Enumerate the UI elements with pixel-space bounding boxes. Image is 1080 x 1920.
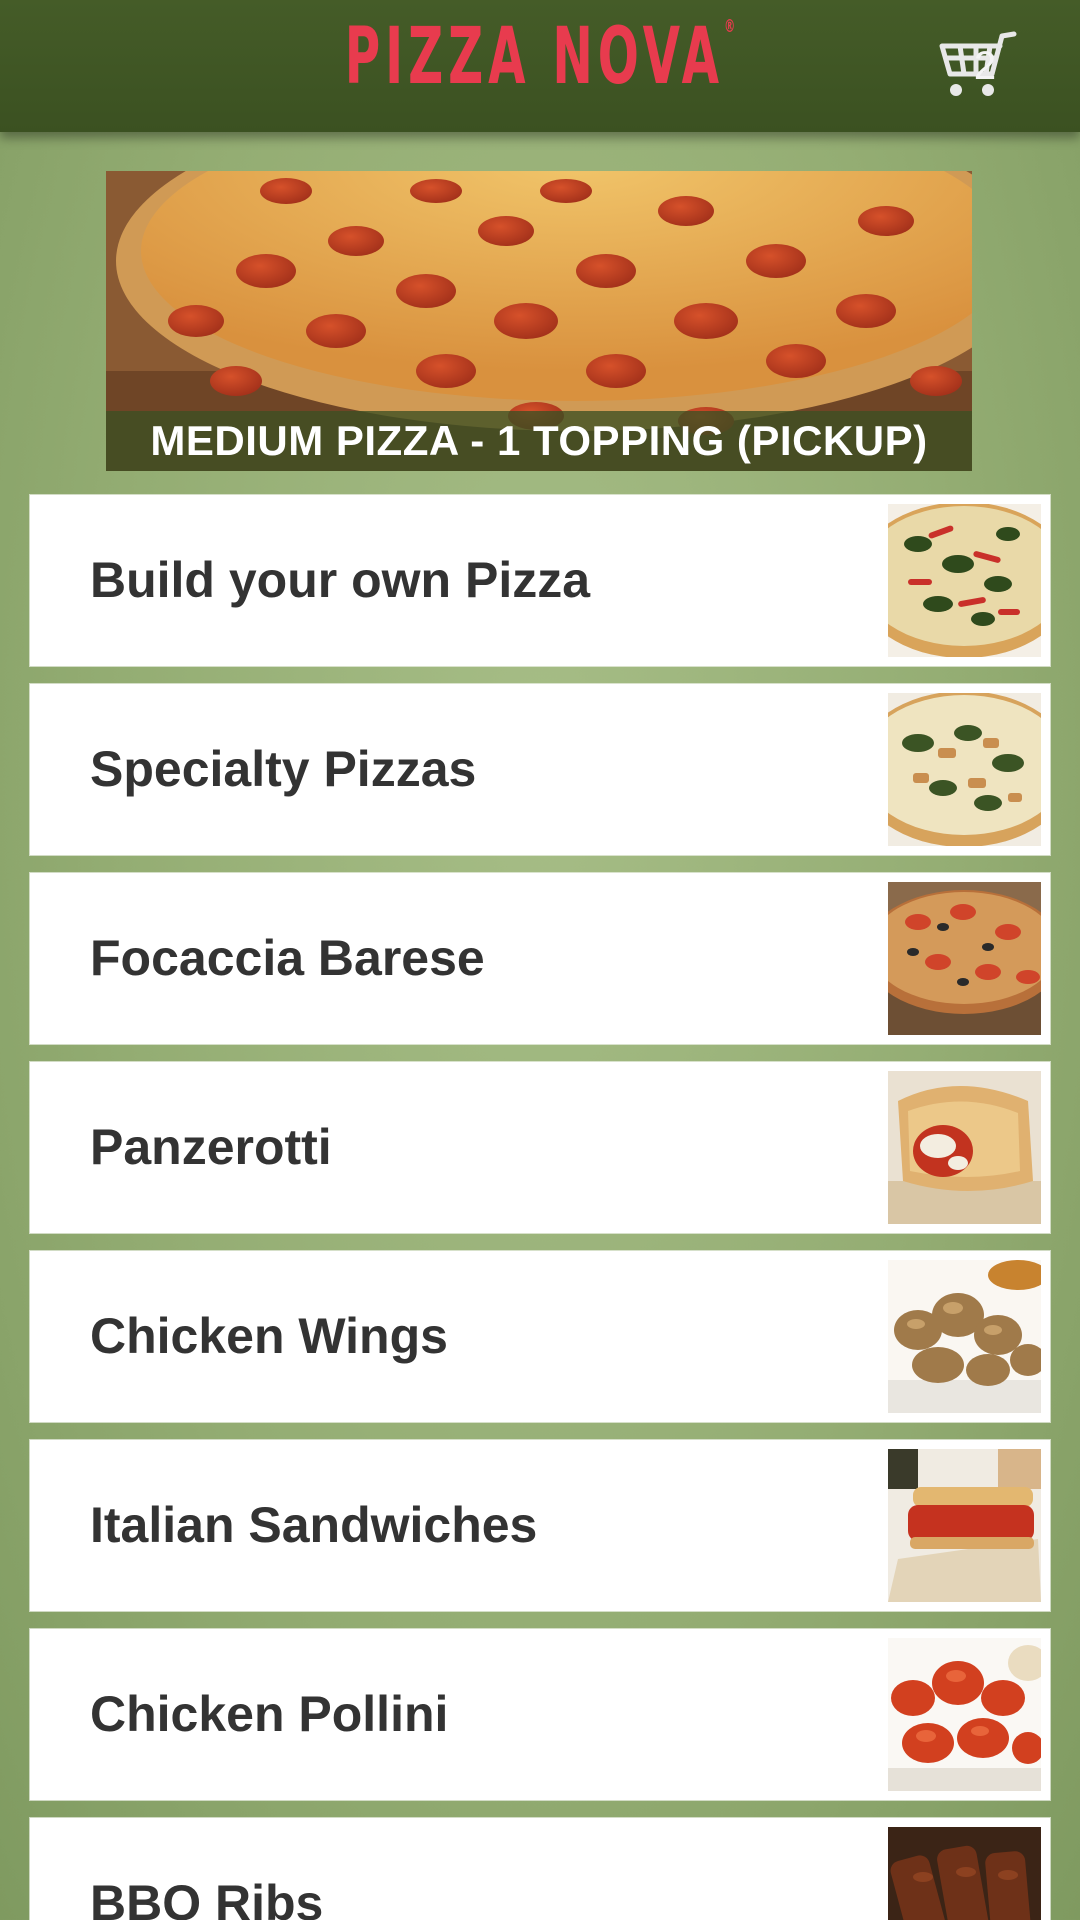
cart-button[interactable]: 2 [930, 26, 1020, 106]
menu-item-panzerotti[interactable]: Panzerotti [30, 1062, 1050, 1233]
menu-item-focaccia-barese[interactable]: Focaccia Barese [30, 873, 1050, 1044]
menu-item-chicken-pollini[interactable]: Chicken Pollini [30, 1629, 1050, 1800]
featured-promo-banner[interactable]: MEDIUM PIZZA - 1 TOPPING (PICKUP) [106, 171, 972, 471]
focaccia-thumbnail [888, 882, 1041, 1035]
menu-item-label: Italian Sandwiches [90, 1497, 538, 1553]
menu-item-specialty-pizzas[interactable]: Specialty Pizzas [30, 684, 1050, 855]
menu-item-chicken-wings[interactable]: Chicken Wings [30, 1251, 1050, 1422]
panzerotti-thumbnail [888, 1071, 1041, 1224]
brand-name: PIZZA NOVA [344, 12, 725, 102]
chicken-pollini-thumbnail [888, 1638, 1041, 1791]
menu-item-label: Build your own Pizza [90, 552, 591, 608]
app-header: PIZZA NOVA® 2 [0, 0, 1080, 132]
menu-item-label: Specialty Pizzas [90, 741, 477, 797]
chicken-wings-thumbnail [888, 1260, 1041, 1413]
chicken-spinach-pizza-thumbnail [888, 693, 1041, 846]
menu-item-bbq-ribs[interactable]: BBQ Ribs [30, 1818, 1050, 1920]
menu-item-label: Chicken Pollini [90, 1686, 449, 1742]
menu-item-label: Focaccia Barese [90, 930, 485, 986]
menu-item-build-your-own-pizza[interactable]: Build your own Pizza [30, 495, 1050, 666]
registered-mark: ® [724, 16, 736, 37]
menu-item-italian-sandwiches[interactable]: Italian Sandwiches [30, 1440, 1050, 1611]
menu-item-label: Chicken Wings [90, 1308, 448, 1364]
cart-count-badge: 2 [973, 44, 997, 88]
brand-logo[interactable]: PIZZA NOVA® [205, 16, 875, 97]
menu-item-label: Panzerotti [90, 1119, 332, 1175]
promo-caption: MEDIUM PIZZA - 1 TOPPING (PICKUP) [106, 411, 972, 471]
vegetable-pizza-thumbnail [888, 504, 1041, 657]
menu-item-label: BBQ Ribs [90, 1875, 324, 1920]
sandwich-thumbnail [888, 1449, 1041, 1602]
bbq-ribs-thumbnail [888, 1827, 1041, 1920]
